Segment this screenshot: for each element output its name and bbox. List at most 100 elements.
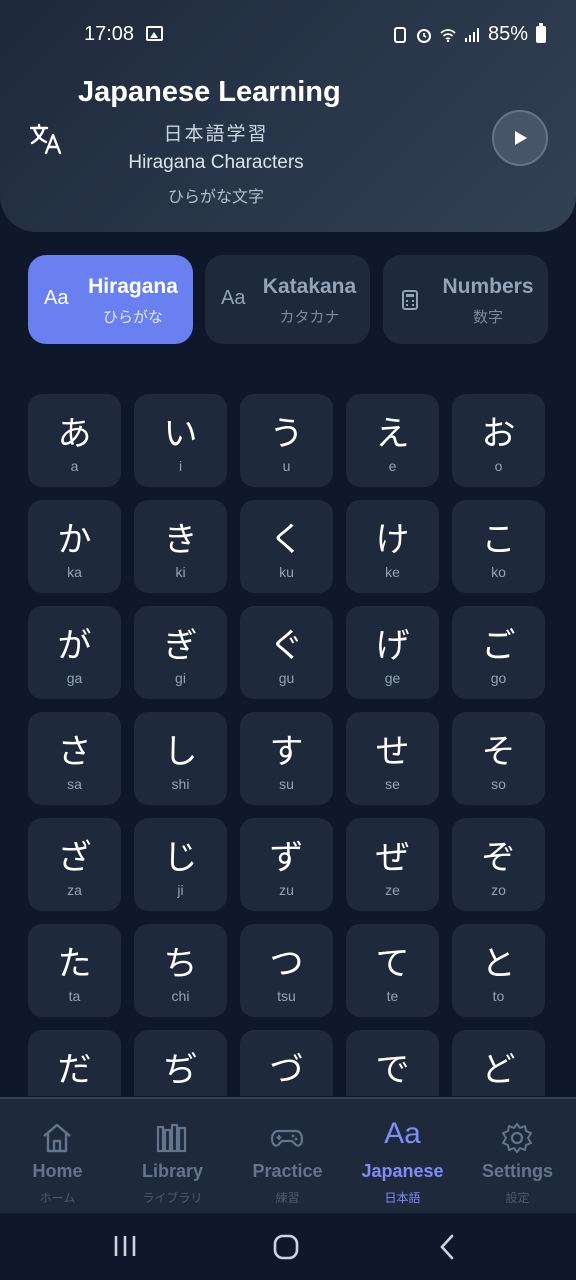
kana-card[interactable]: け ke <box>346 500 439 593</box>
kana-character: こ <box>481 520 516 560</box>
back-icon[interactable] <box>436 1233 458 1261</box>
aa-icon: Aa <box>44 287 69 309</box>
bottom-nav: Home ホーム Library ライブラリ Practice 練習 Aa Ja… <box>0 1097 576 1213</box>
kana-card[interactable]: いi <box>134 394 227 487</box>
status-time: 17:08 <box>84 23 135 45</box>
kana-card[interactable]: た ta <box>28 924 121 1017</box>
kana-card[interactable]: こ ko <box>452 500 545 593</box>
nav-library[interactable]: Library ライブラリ <box>115 1099 230 1215</box>
kana-card[interactable]: えe <box>346 394 439 487</box>
sim-icon <box>393 26 406 43</box>
romaji-label: chi <box>171 988 190 1004</box>
image-notification-icon <box>146 26 163 41</box>
tab-sub: ひらがな <box>102 308 163 326</box>
kana-card[interactable]: つ tsu <box>240 924 333 1017</box>
kana-card[interactable]: げ ge <box>346 606 439 699</box>
kana-card[interactable]: ち chi <box>134 924 227 1017</box>
nav-label: Japanese <box>361 1161 444 1181</box>
kana-card[interactable]: き ki <box>134 500 227 593</box>
kana-character: か <box>57 520 92 560</box>
kana-card[interactable]: せ se <box>346 712 439 805</box>
kana-card[interactable]: が ga <box>28 606 121 699</box>
romaji-label: ga <box>66 670 83 686</box>
nav-settings[interactable]: Settings 設定 <box>460 1099 575 1215</box>
romaji-label: gi <box>175 670 186 686</box>
kana-card[interactable]: か ka <box>28 500 121 593</box>
kana-card[interactable]: く ku <box>240 500 333 593</box>
kana-card[interactable]: と to <box>452 924 545 1017</box>
tab-numbers[interactable]: Numbers 数字 <box>383 255 548 344</box>
kana-card[interactable]: で <box>346 1030 439 1096</box>
kana-card[interactable]: うu <box>240 394 333 487</box>
kana-card[interactable]: ご go <box>452 606 545 699</box>
tab-title: Numbers <box>442 275 534 298</box>
kana-card[interactable]: し shi <box>134 712 227 805</box>
kana-card[interactable]: あa <box>28 394 121 487</box>
romaji-label: za <box>67 882 82 898</box>
romaji-label: i <box>178 458 183 474</box>
page-subtitle: Hiragana Characters <box>128 152 304 173</box>
romaji-label: ge <box>384 670 401 686</box>
kana-character: え <box>375 414 410 454</box>
kana-card[interactable]: だ <box>28 1030 121 1096</box>
kana-card[interactable]: ぢ <box>134 1030 227 1096</box>
romaji-label: ki <box>175 564 186 580</box>
kana-character: た <box>57 944 92 984</box>
romaji-label: gu <box>278 670 295 686</box>
alarm-icon <box>416 28 431 43</box>
kana-card[interactable]: おo <box>452 394 545 487</box>
romaji-label: ke <box>385 564 400 580</box>
kana-card[interactable]: て te <box>346 924 439 1017</box>
kana-card[interactable]: ず zu <box>240 818 333 911</box>
romaji-label: tsu <box>277 988 296 1004</box>
kana-card[interactable]: じ ji <box>134 818 227 911</box>
page-title: Japanese Learning <box>78 76 341 108</box>
nav-label: Library <box>141 1161 204 1181</box>
romaji-label: zo <box>491 882 506 898</box>
status-bar: 17:08 85% <box>0 0 576 70</box>
system-nav-bar <box>0 1213 576 1280</box>
romaji-label: o <box>494 458 503 474</box>
romaji-label: ji <box>177 882 184 898</box>
nav-sub: ホーム <box>39 1191 76 1205</box>
recent-apps-icon[interactable] <box>112 1233 138 1259</box>
home-button-icon[interactable] <box>272 1233 300 1261</box>
kana-card[interactable]: ざ za <box>28 818 121 911</box>
kana-card[interactable]: す su <box>240 712 333 805</box>
kana-character: ぎ <box>163 626 198 666</box>
kana-card[interactable]: そ so <box>452 712 545 805</box>
kana-card[interactable]: づ <box>240 1030 333 1096</box>
kana-character: き <box>163 520 198 560</box>
calculator-icon <box>402 290 418 310</box>
battery-percent: 85% <box>487 23 528 45</box>
nav-label: Home <box>32 1161 83 1181</box>
status-icons: 85% <box>392 23 546 46</box>
kana-character: で <box>375 1050 410 1090</box>
tab-katakana[interactable]: Aa Katakana カタカナ <box>205 255 370 344</box>
kana-card[interactable]: ぐ gu <box>240 606 333 699</box>
nav-home[interactable]: Home ホーム <box>0 1099 115 1215</box>
play-icon <box>515 131 527 145</box>
kana-character: が <box>57 626 92 666</box>
play-button[interactable] <box>492 110 548 166</box>
kana-card[interactable]: ぜ ze <box>346 818 439 911</box>
character-grid: あ a い i う u え e お o か ka き ki く ku け ke こ ko が ga ぎ gi ぐ gu げ ge ご go… <box>28 394 548 1096</box>
kana-character: ご <box>481 626 516 666</box>
romaji-label: ku <box>279 564 294 580</box>
kana-card[interactable]: ぎ gi <box>134 606 227 699</box>
romaji-label: shi <box>171 776 190 792</box>
grid: あ a い i う u え e お o か ka き ki く ku け ke こ ko が ga ぎ gi ぐ gu げ ge ご go… <box>28 394 548 1096</box>
kana-character: い <box>163 414 198 454</box>
kana-card[interactable]: ぞ zo <box>452 818 545 911</box>
battery-icon <box>536 23 546 43</box>
nav-japanese[interactable]: Aa Japanese 日本語 <box>345 1099 460 1215</box>
tab-hiragana[interactable]: Aa Hiragana ひらがな <box>28 255 193 344</box>
kana-card[interactable]: さ sa <box>28 712 121 805</box>
page-subtitle-kana: ひらがな文字 <box>167 187 264 206</box>
kana-card[interactable]: ど <box>452 1030 545 1096</box>
kana-character: と <box>481 944 516 984</box>
romaji-label: go <box>490 670 507 686</box>
translate-icon[interactable] <box>28 120 64 156</box>
kana-character: ぞ <box>481 838 516 878</box>
nav-practice[interactable]: Practice 練習 <box>230 1099 345 1215</box>
